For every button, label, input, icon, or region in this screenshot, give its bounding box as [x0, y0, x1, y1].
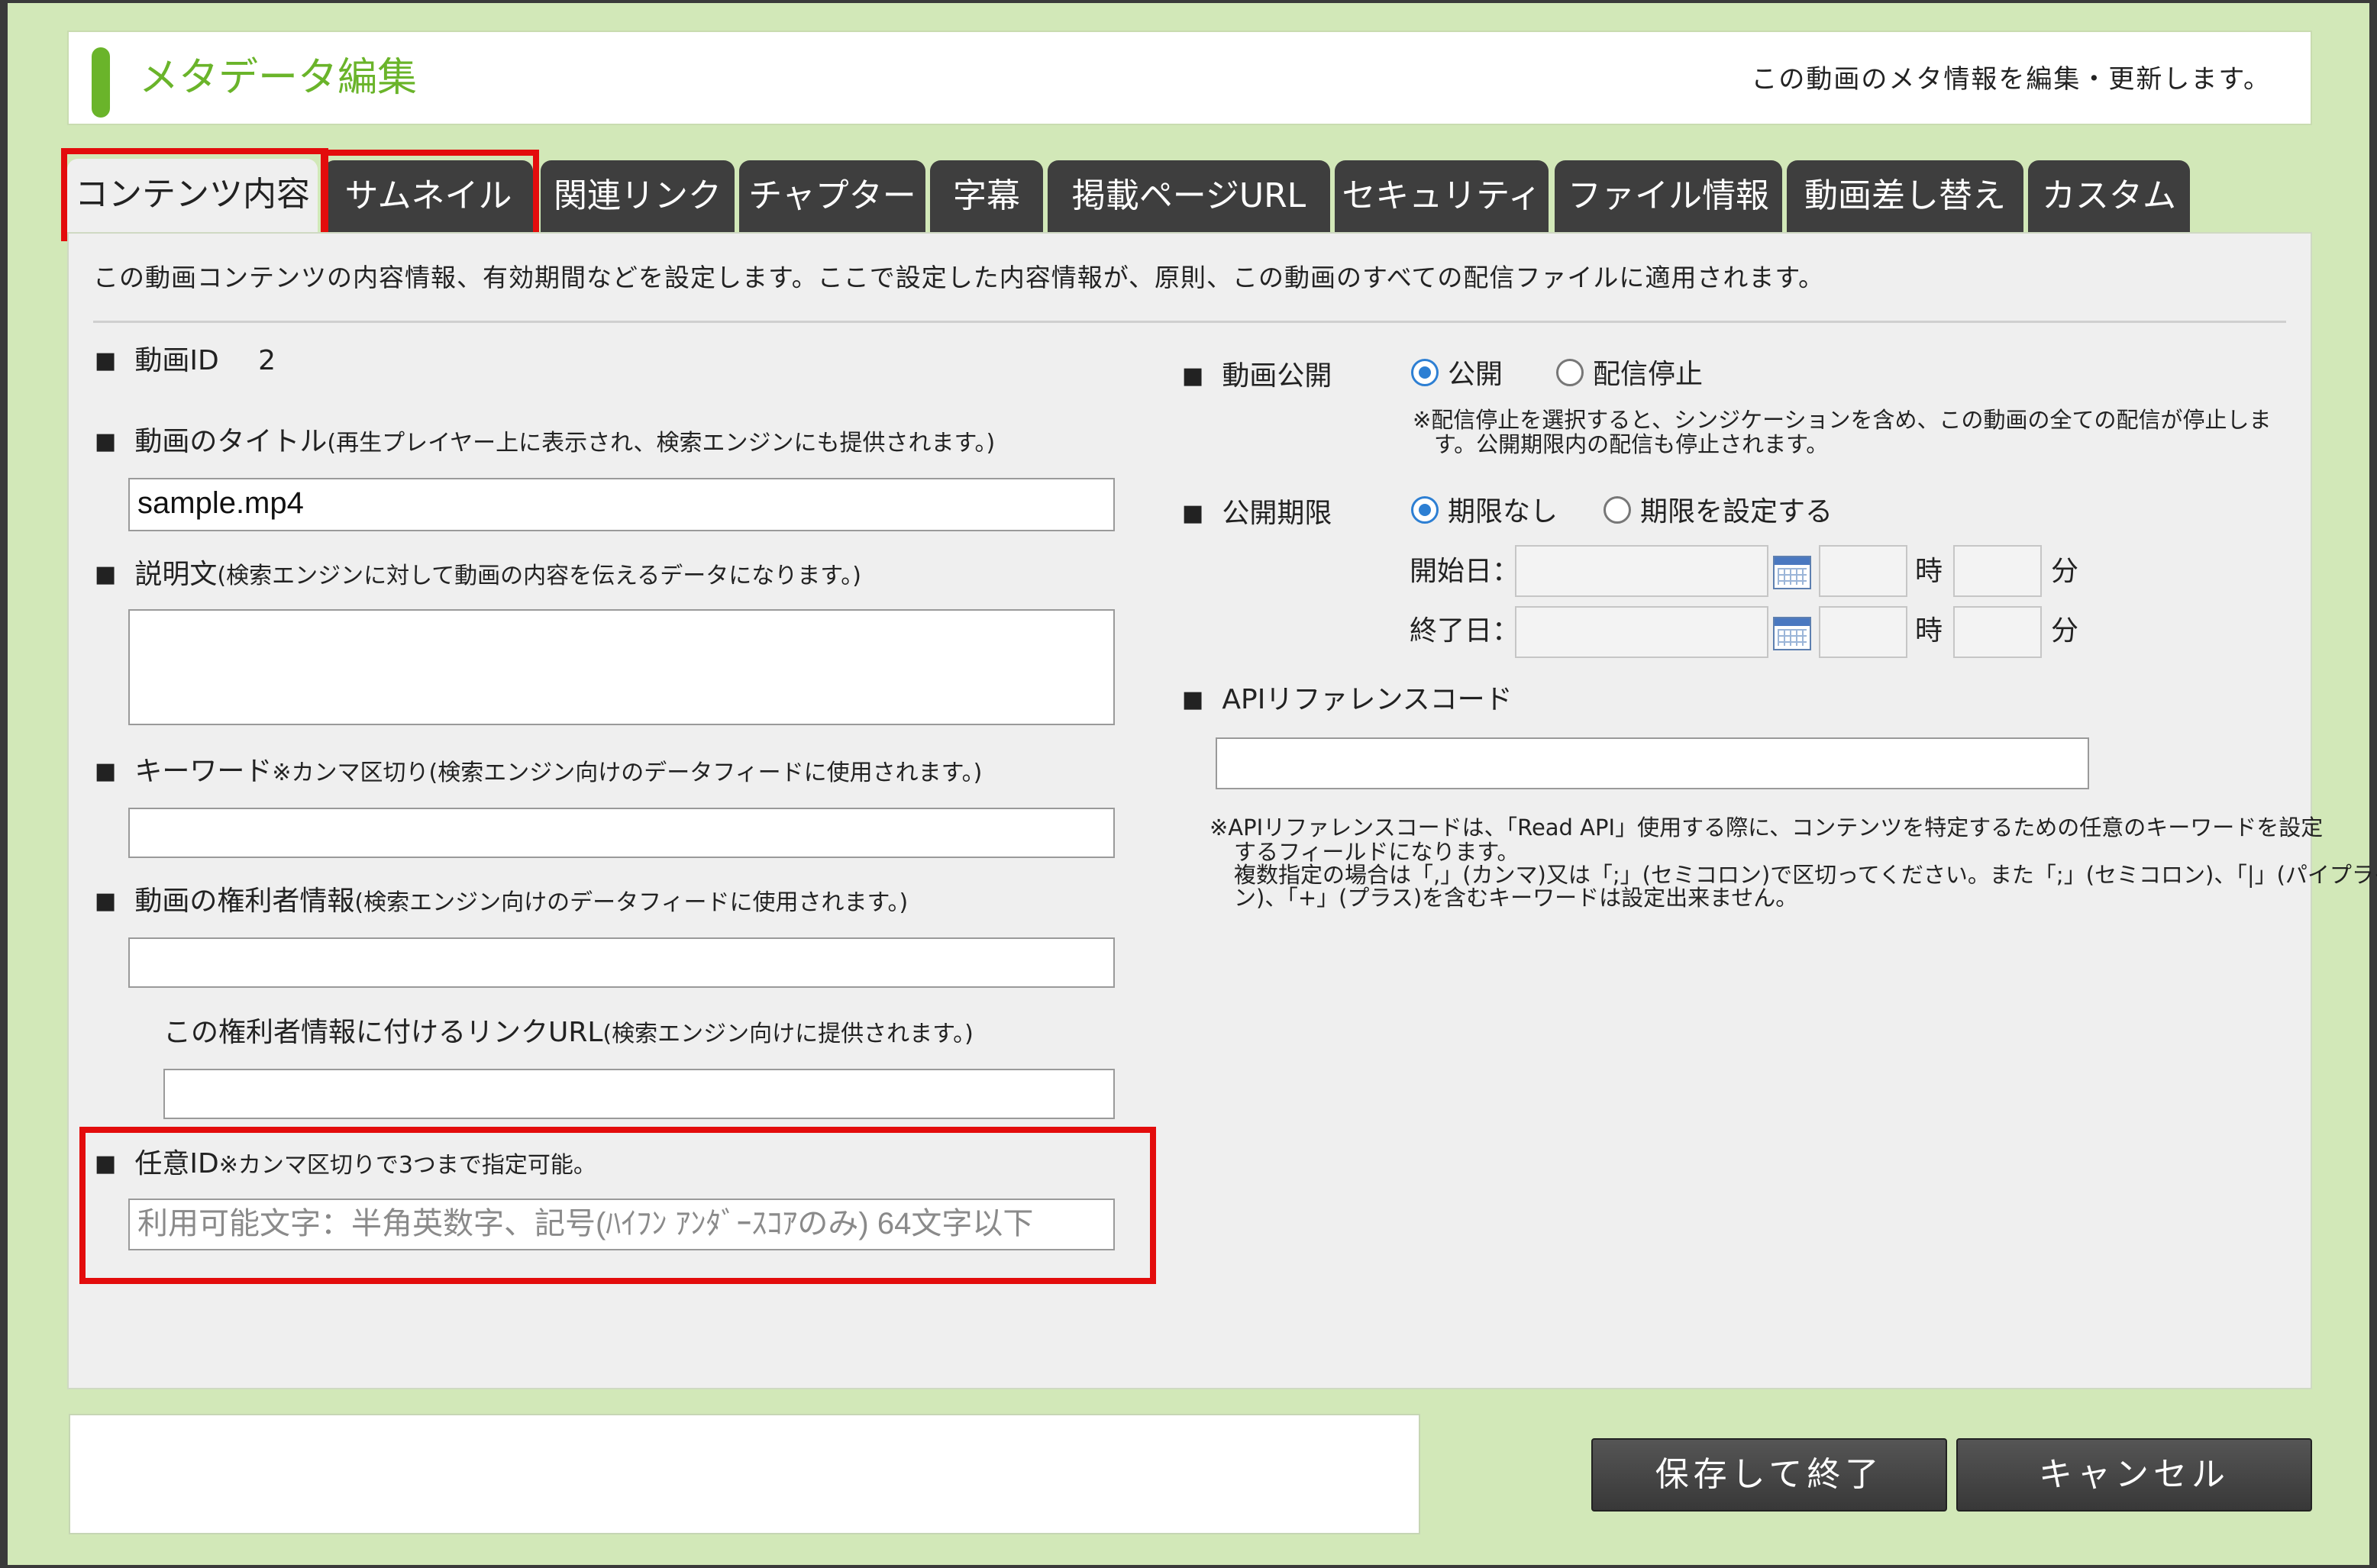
publish-label: ■ 動画公開 [1182, 360, 1332, 392]
keyword-input[interactable] [128, 808, 1115, 858]
tab-video-replace[interactable]: 動画差し替え [1787, 160, 2023, 232]
publish-option-public: 公開 [1448, 359, 1503, 390]
end-hour-unit: 時 [1915, 615, 1943, 647]
rights-label: ■ 動画の権利者情報(検索エンジン向けのデータフィードに使用されます。) [95, 886, 909, 917]
period-radio-none[interactable] [1411, 496, 1439, 524]
api-note-line3: 複数指定の場合は「,」(カンマ)又は「;」(セミコロン)で区切ってください。また… [1234, 862, 2377, 888]
video-id-value: 2 [258, 345, 276, 376]
header-accent-bar [92, 47, 110, 118]
video-id-label: ■ 動画ID 2 [95, 345, 276, 376]
title-input[interactable]: sample.mp4 [128, 478, 1115, 531]
save-and-close-button[interactable]: 保存して終了 [1591, 1438, 1947, 1512]
page-description: この動画のメタ情報を編集・更新します。 [1751, 64, 2271, 95]
description-label: ■ 説明文(検索エンジンに対して動画の内容を伝えるデータになります。) [95, 559, 861, 590]
end-date-label: 終了日： [1410, 615, 1520, 647]
end-minute-input[interactable] [1953, 606, 2042, 658]
custom-id-label: ■ 任意ID※カンマ区切りで3つまで指定可能。 [95, 1148, 596, 1179]
tab-content-highlight [61, 148, 328, 241]
start-date-input[interactable] [1515, 545, 1768, 597]
footer-message-area [69, 1414, 1420, 1534]
page-header: メタデータ編集 この動画のメタ情報を編集・更新します。 [67, 31, 2312, 125]
end-minute-unit: 分 [2051, 615, 2079, 647]
period-label: ■ 公開期限 [1182, 498, 1332, 529]
keyword-label: ■ キーワード※カンマ区切り(検索エンジン向けのデータフィードに使用されます。) [95, 756, 983, 787]
rights-link-input[interactable] [163, 1069, 1115, 1119]
rights-link-label: この権利者情報に付けるリンクURL(検索エンジン向けに提供されます。) [163, 1017, 974, 1048]
api-reference-input[interactable] [1216, 737, 2089, 789]
description-textarea[interactable] [128, 609, 1115, 725]
period-option-set: 期限を設定する [1640, 496, 1833, 528]
end-hour-input[interactable] [1819, 606, 1907, 658]
rights-input[interactable] [128, 937, 1115, 988]
period-option-none: 期限なし [1448, 496, 1558, 528]
publish-note-line2: す。公開期限内の配信も停止されます。 [1434, 431, 1829, 457]
tab-related-links[interactable]: 関連リンク [541, 160, 735, 232]
tab-security[interactable]: セキュリティ [1335, 160, 1549, 232]
start-minute-input[interactable] [1953, 545, 2042, 597]
publish-note-line1: ※配信停止を選択すると、シンジケーションを含め、この動画の全ての配信が停止しま [1413, 407, 2272, 433]
tab-chapter[interactable]: チャプター [739, 160, 925, 232]
tab-thumbnail-highlight [321, 150, 539, 243]
api-note-line4: ン)、「+」(プラス)を含むキーワードは設定出来ません。 [1234, 885, 1798, 911]
title-label: ■ 動画のタイトル(再生プレイヤー上に表示され、検索エンジンにも提供されます。) [95, 426, 996, 457]
publish-option-stop: 配信停止 [1593, 359, 1704, 390]
cancel-button[interactable]: キャンセル [1956, 1438, 2312, 1512]
tab-file-info[interactable]: ファイル情報 [1555, 160, 1782, 232]
api-note-line1: ※APIリファレンスコードは、「Read API」使用する際に、コンテンツを特定… [1209, 815, 2324, 840]
tab-page-url[interactable]: 掲載ページURL [1048, 160, 1330, 232]
start-calendar-icon[interactable] [1773, 556, 1811, 589]
end-calendar-icon[interactable] [1773, 617, 1811, 650]
start-hour-input[interactable] [1819, 545, 1907, 597]
publish-radio-public[interactable] [1411, 359, 1439, 386]
start-date-label: 開始日： [1410, 556, 1520, 587]
intro-text: この動画コンテンツの内容情報、有効期間などを設定します。ここで設定した内容情報が… [93, 263, 1825, 292]
custom-id-input[interactable]: 利用可能文字：半角英数字、記号(ﾊｲﾌﾝ ｱﾝﾀﾞｰｽｺｱのみ) 64文字以下 [128, 1199, 1115, 1250]
api-note-line2: するフィールドになります。 [1234, 839, 1520, 865]
api-label: ■ APIリファレンスコード [1182, 684, 1513, 715]
divider [93, 321, 2286, 323]
start-hour-unit: 時 [1915, 556, 1943, 587]
start-minute-unit: 分 [2051, 556, 2079, 587]
period-radio-set[interactable] [1604, 496, 1631, 524]
publish-radio-stop[interactable] [1556, 359, 1584, 386]
end-date-input[interactable] [1515, 606, 1768, 658]
tab-subtitles[interactable]: 字幕 [930, 160, 1043, 232]
tab-custom[interactable]: カスタム [2028, 160, 2190, 232]
page-title: メタデータ編集 [139, 55, 418, 101]
